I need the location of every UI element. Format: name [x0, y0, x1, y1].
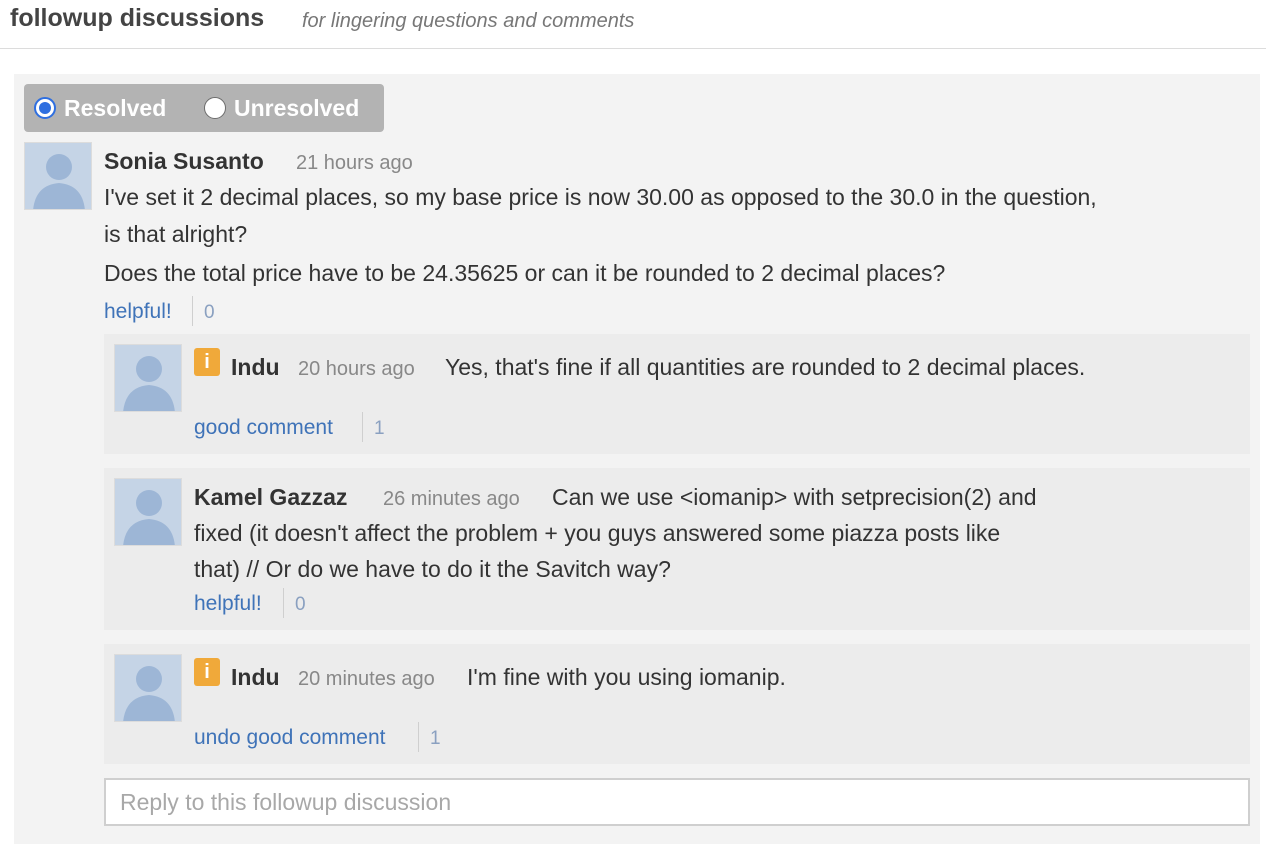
helpful-count: 0 [295, 594, 306, 615]
user-silhouette-icon [123, 356, 175, 411]
good-comment-button[interactable]: good comment [194, 416, 333, 440]
helpful-count: 0 [204, 302, 215, 323]
resolved-radio[interactable] [34, 97, 56, 119]
undo-good-comment-button[interactable]: undo good comment [194, 726, 385, 750]
divider [418, 722, 419, 752]
reply-author: Indu [231, 664, 280, 690]
resolved-option[interactable]: Resolved [34, 84, 166, 132]
unresolved-label: Unresolved [234, 94, 360, 121]
user-silhouette-icon [123, 490, 175, 545]
followup-timestamp: 21 hours ago [296, 152, 413, 174]
section-title: followup discussions [10, 4, 265, 32]
good-comment-count: 1 [374, 418, 385, 439]
followup-author: Sonia Susanto [104, 148, 264, 174]
divider [283, 588, 284, 618]
avatar [114, 654, 182, 722]
section-header: followup discussions for lingering quest… [0, 0, 1266, 49]
reply-input[interactable] [104, 778, 1250, 826]
reply-author: Kamel Gazzaz [194, 484, 348, 510]
resolved-label: Resolved [64, 94, 167, 121]
avatar [24, 142, 92, 210]
divider [362, 412, 363, 442]
good-comment-count: 1 [430, 728, 441, 749]
reply-text-line: Can we use <iomanip> with setprecision(2… [552, 484, 1037, 510]
unresolved-option[interactable]: Unresolved [204, 84, 359, 132]
helpful-button[interactable]: helpful! [194, 592, 262, 616]
helpful-button[interactable]: helpful! [104, 300, 172, 324]
avatar [114, 478, 182, 546]
reply-author: Indu [231, 354, 280, 380]
divider [192, 296, 193, 326]
followup-text-line: Does the total price have to be 24.35625… [104, 260, 946, 286]
reply-text-line: that) // Or do we have to do it the Savi… [194, 556, 671, 582]
avatar [114, 344, 182, 412]
resolution-toggle: Resolved Unresolved [24, 84, 384, 132]
reply-text: I'm fine with you using iomanip. [467, 664, 786, 690]
reply-timestamp: 26 minutes ago [383, 488, 520, 510]
reply-text: Yes, that's fine if all quantities are r… [445, 354, 1086, 380]
unresolved-radio[interactable] [204, 97, 226, 119]
reply-text-line: fixed (it doesn't affect the problem + y… [194, 520, 1001, 546]
instructor-badge-icon: i [194, 348, 220, 376]
followup-text-line: is that alright? [104, 221, 248, 247]
user-silhouette-icon [123, 666, 175, 721]
user-silhouette-icon [33, 154, 85, 209]
followup-text-line: I've set it 2 decimal places, so my base… [104, 184, 1097, 210]
section-subtitle: for lingering questions and comments [302, 10, 635, 32]
reply-timestamp: 20 hours ago [298, 358, 415, 380]
instructor-badge-icon: i [194, 658, 220, 686]
reply-timestamp: 20 minutes ago [298, 668, 435, 690]
